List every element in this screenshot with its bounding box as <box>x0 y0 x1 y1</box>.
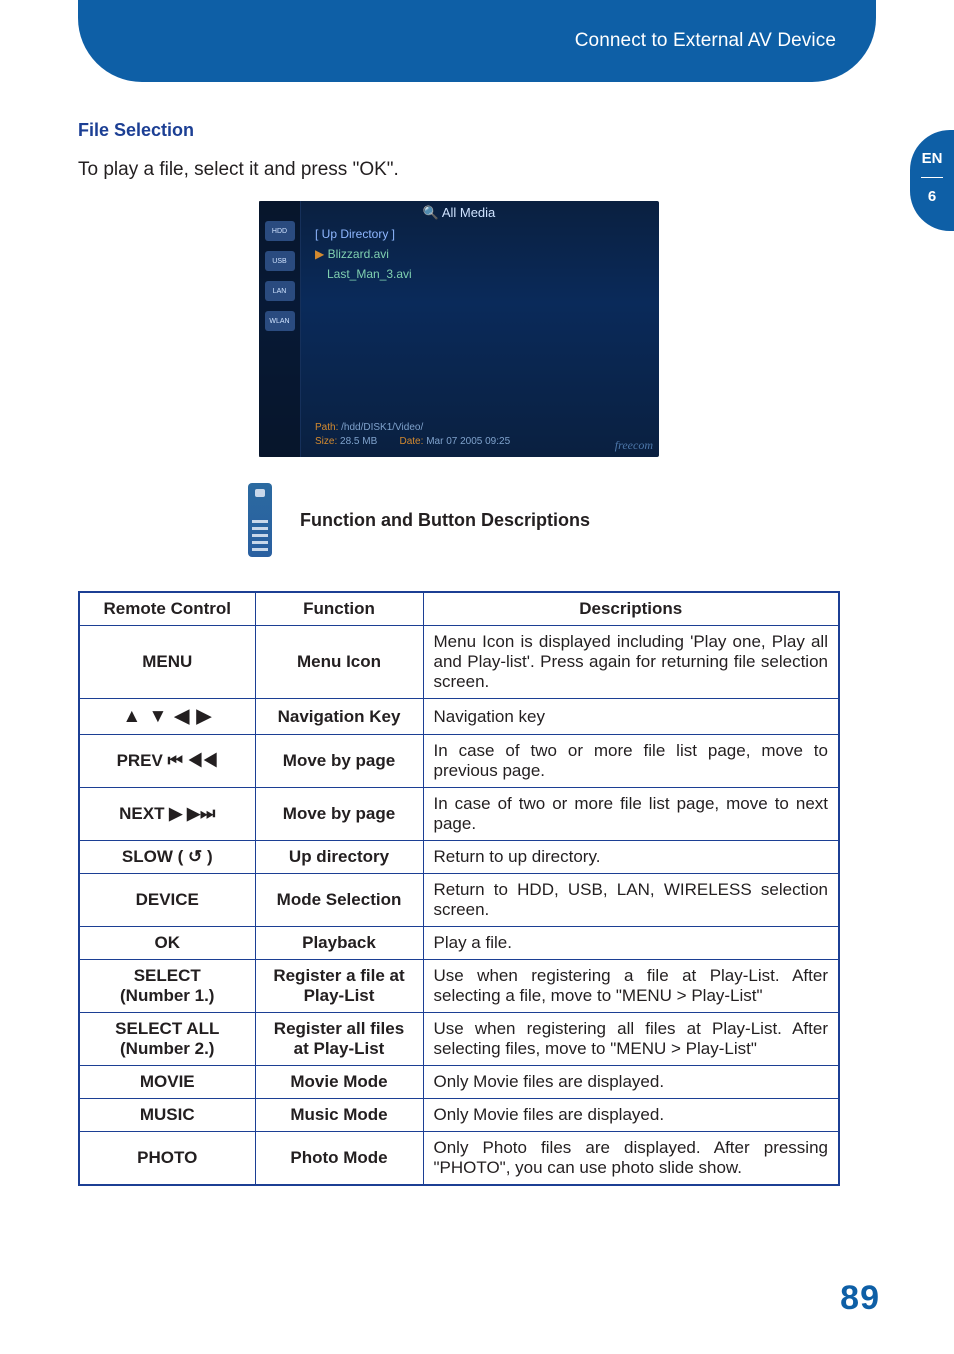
cell-description: Return to up directory. <box>423 841 839 874</box>
table-row: OKPlaybackPlay a file. <box>79 927 839 960</box>
function-table: Remote Control Function Descriptions MEN… <box>78 591 840 1186</box>
page: Connect to External AV Device EN 6 File … <box>0 0 954 1354</box>
page-number: 89 <box>840 1279 880 1318</box>
cell-description: Return to HDD, USB, LAN, WIRELESS select… <box>423 874 839 927</box>
table-row: SELECT ALL (Number 2.)Register all files… <box>79 1013 839 1066</box>
cell-description: Only Photo files are displayed. After pr… <box>423 1132 839 1186</box>
cell-remote: DEVICE <box>79 874 255 927</box>
screenshot-brand: freecom <box>615 438 653 453</box>
content: File Selection To play a file, select it… <box>78 120 840 1186</box>
cell-remote: MENU <box>79 626 255 699</box>
cell-description: Navigation key <box>423 699 839 735</box>
section-intro: To play a file, select it and press "OK"… <box>78 159 840 181</box>
cell-description: In case of two or more file list page, m… <box>423 788 839 841</box>
th-function: Function <box>255 592 423 626</box>
cell-description: Play a file. <box>423 927 839 960</box>
header-bar: Connect to External AV Device <box>78 0 876 82</box>
cell-function: Move by page <box>255 788 423 841</box>
cell-remote: PREV ⏮ ◀◀ <box>79 735 255 788</box>
table-header-row: Remote Control Function Descriptions <box>79 592 839 626</box>
table-row: NEXT ▶ ▶⏭Move by pageIn case of two or m… <box>79 788 839 841</box>
cell-description: In case of two or more file list page, m… <box>423 735 839 788</box>
date-label: Date: <box>400 436 424 447</box>
cell-function: Move by page <box>255 735 423 788</box>
file-item-selected: Blizzard.avi <box>315 247 412 261</box>
side-tab: EN 6 <box>910 130 954 231</box>
cell-function: Up directory <box>255 841 423 874</box>
remote-control-icon <box>248 483 272 557</box>
cell-remote: MOVIE <box>79 1066 255 1099</box>
size-label: Size: <box>315 436 337 447</box>
function-heading-row: Function and Button Descriptions <box>78 483 840 557</box>
screenshot-file-list: [ Up Directory ] Blizzard.avi Last_Man_3… <box>315 227 412 281</box>
table-row: ▲ ▼ ◀ ▶Navigation KeyNavigation key <box>79 699 839 735</box>
screenshot-footer: Path: /hdd/DISK1/Video/ Size: 28.5 MB Da… <box>315 421 651 449</box>
cell-remote: OK <box>79 927 255 960</box>
cell-function: Register a file at Play-List <box>255 960 423 1013</box>
cell-function: Menu Icon <box>255 626 423 699</box>
side-tab-lang: EN <box>922 150 943 167</box>
screenshot-sidebar: HDD USB LAN WLAN <box>259 201 301 457</box>
cell-function: Movie Mode <box>255 1066 423 1099</box>
table-body: MENUMenu IconMenu Icon is displayed incl… <box>79 626 839 1186</box>
table-row: SLOW ( ↺ )Up directoryReturn to up direc… <box>79 841 839 874</box>
screenshot-title: All Media <box>423 205 496 221</box>
cell-function: Register all files at Play-List <box>255 1013 423 1066</box>
path-value: /hdd/DISK1/Video/ <box>341 422 423 433</box>
cell-remote: PHOTO <box>79 1132 255 1186</box>
cell-remote: SLOW ( ↺ ) <box>79 841 255 874</box>
th-remote: Remote Control <box>79 592 255 626</box>
cell-description: Use when registering all files at Play-L… <box>423 1013 839 1066</box>
section-title: File Selection <box>78 120 840 141</box>
cell-function: Playback <box>255 927 423 960</box>
cell-description: Use when registering a file at Play-List… <box>423 960 839 1013</box>
cell-description: Menu Icon is displayed including 'Play o… <box>423 626 839 699</box>
up-directory-item: [ Up Directory ] <box>315 227 412 241</box>
side-tab-divider <box>921 177 943 178</box>
table-row: MOVIEMovie ModeOnly Movie files are disp… <box>79 1066 839 1099</box>
table-row: DEVICEMode SelectionReturn to HDD, USB, … <box>79 874 839 927</box>
date-value: Mar 07 2005 09:25 <box>426 436 510 447</box>
cell-function: Music Mode <box>255 1099 423 1132</box>
cell-function: Mode Selection <box>255 874 423 927</box>
table-row: SELECT (Number 1.)Register a file at Pla… <box>79 960 839 1013</box>
cell-remote: SELECT (Number 1.) <box>79 960 255 1013</box>
side-tab-number: 6 <box>928 188 936 205</box>
table-row: MENUMenu IconMenu Icon is displayed incl… <box>79 626 839 699</box>
cell-function: Navigation Key <box>255 699 423 735</box>
header-title: Connect to External AV Device <box>575 30 836 52</box>
lan-icon: LAN <box>265 281 295 301</box>
file-item: Last_Man_3.avi <box>315 267 412 281</box>
cell-function: Photo Mode <box>255 1132 423 1186</box>
cell-remote: NEXT ▶ ▶⏭ <box>79 788 255 841</box>
size-value: 28.5 MB <box>340 436 377 447</box>
table-row: MUSICMusic ModeOnly Movie files are disp… <box>79 1099 839 1132</box>
hdd-icon: HDD <box>265 221 295 241</box>
cell-description: Only Movie files are displayed. <box>423 1066 839 1099</box>
function-heading: Function and Button Descriptions <box>300 510 590 531</box>
cell-description: Only Movie files are displayed. <box>423 1099 839 1132</box>
cell-remote: ▲ ▼ ◀ ▶ <box>79 699 255 735</box>
cell-remote: SELECT ALL (Number 2.) <box>79 1013 255 1066</box>
screenshot-wrap: HDD USB LAN WLAN All Media [ Up Director… <box>78 201 840 457</box>
embedded-screenshot: HDD USB LAN WLAN All Media [ Up Director… <box>259 201 659 457</box>
table-row: PHOTOPhoto ModeOnly Photo files are disp… <box>79 1132 839 1186</box>
table-row: PREV ⏮ ◀◀Move by pageIn case of two or m… <box>79 735 839 788</box>
usb-icon: USB <box>265 251 295 271</box>
cell-remote: MUSIC <box>79 1099 255 1132</box>
path-label: Path: <box>315 422 338 433</box>
th-descriptions: Descriptions <box>423 592 839 626</box>
wlan-icon: WLAN <box>265 311 295 331</box>
